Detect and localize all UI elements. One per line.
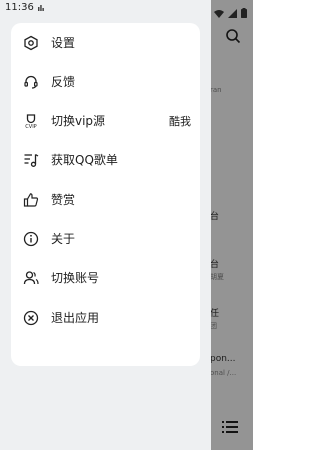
status-bar: 11:36 bbox=[0, 0, 253, 18]
menu-item-exit-app[interactable]: 退出应用 bbox=[11, 298, 200, 337]
menu-item-label: 关于 bbox=[51, 232, 76, 246]
close-circle-icon bbox=[23, 310, 39, 326]
menu-item-label: 赞赏 bbox=[51, 193, 76, 207]
headset-feedback-icon bbox=[23, 74, 39, 90]
vip-source-value: 酷我 bbox=[169, 114, 191, 128]
navigation-drawer: 设置 反馈 CVIP 切换vip源 酷我 获取QQ歌单 赞赏 关于 切换账号 退… bbox=[0, 0, 211, 450]
hexagon-settings-icon bbox=[23, 35, 39, 51]
menu-item-label: 切换账号 bbox=[51, 271, 100, 285]
menu-item-get-qq-playlist[interactable]: 获取QQ歌单 bbox=[11, 140, 200, 179]
status-time: 11:36 bbox=[5, 2, 34, 13]
info-icon bbox=[23, 231, 39, 247]
menu-item-switch-account[interactable]: 切换账号 bbox=[11, 258, 200, 297]
menu-item-label: 反馈 bbox=[51, 75, 76, 89]
menu-item-feedback[interactable]: 反馈 bbox=[11, 62, 200, 101]
battery-icon bbox=[241, 3, 247, 22]
thumbs-up-icon bbox=[23, 192, 39, 208]
menu-item-settings[interactable]: 设置 bbox=[11, 23, 200, 62]
notification-icon bbox=[38, 5, 44, 11]
menu-item-label: 设置 bbox=[51, 36, 76, 50]
wifi-icon bbox=[214, 3, 224, 22]
menu-item-label: 退出应用 bbox=[51, 311, 100, 325]
menu-item-switch-vip-source[interactable]: CVIP 切换vip源 酷我 bbox=[11, 101, 200, 140]
vip-source-icon: CVIP bbox=[23, 113, 39, 129]
menu-item-appreciate[interactable]: 赞赏 bbox=[11, 180, 200, 219]
menu-card: 设置 反馈 CVIP 切换vip源 酷我 获取QQ歌单 赞赏 关于 切换账号 退… bbox=[11, 23, 200, 366]
menu-item-label: 获取QQ歌单 bbox=[51, 153, 118, 167]
switch-account-icon bbox=[23, 270, 39, 286]
menu-item-about[interactable]: 关于 bbox=[11, 219, 200, 258]
music-playlist-icon bbox=[23, 152, 39, 168]
signal-icon bbox=[228, 3, 237, 22]
svg-text:CVIP: CVIP bbox=[25, 124, 36, 129]
menu-item-label: 切换vip源 bbox=[51, 114, 106, 128]
